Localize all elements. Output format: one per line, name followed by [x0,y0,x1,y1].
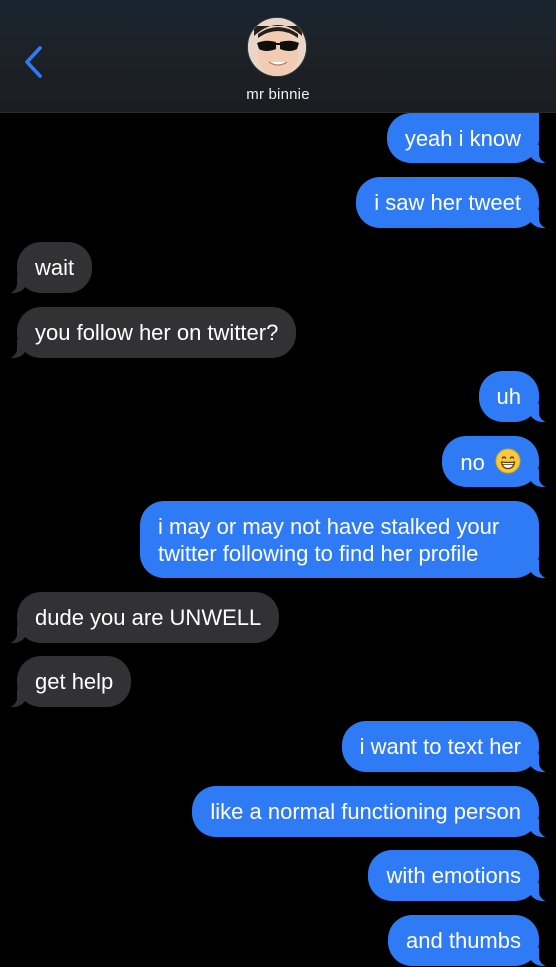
message-bubble-sent[interactable]: uh [478,371,554,423]
message-bubble-sent[interactable]: i saw her tweet [356,177,553,229]
conversation-header: mr binnie [0,0,556,113]
message-text: dude you are UNWELL [35,605,262,630]
message-bubble-sent[interactable]: yeah i know [386,113,554,164]
message-text: yeah i know [404,126,521,151]
message-text: uh [496,384,521,409]
message-text: get help [35,669,114,694]
message-bubble-received[interactable]: dude you are UNWELL [2,592,280,644]
back-button[interactable] [18,40,54,84]
chevron-left-icon [25,46,42,78]
message-text: no [460,450,485,475]
message-text: you follow her on twitter? [35,320,279,345]
avatar-photo [248,18,306,76]
grinning-face-icon [495,448,521,474]
message-bubble-sent[interactable]: no [442,436,553,488]
message-text: and thumbs [406,928,521,953]
contact-avatar[interactable] [247,17,307,77]
message-text: with emotions [386,863,521,888]
message-thread: yeah i know i saw her tweet wait you fol… [0,0,556,967]
message-text: i want to text her [359,734,521,759]
message-text: i saw her tweet [374,190,521,215]
message-bubble-received[interactable]: wait [2,242,93,294]
message-bubble-sent[interactable]: i want to text her [341,721,554,773]
message-bubble-sent[interactable]: and thumbs [388,915,553,967]
message-bubble-sent[interactable]: like a normal functioning person [192,786,553,838]
message-text: like a normal functioning person [210,799,521,824]
message-bubble-sent[interactable]: with emotions [368,850,553,902]
message-bubble-sent[interactable]: i may or may not have stalked your twitt… [140,501,553,579]
message-bubble-received[interactable]: you follow her on twitter? [2,307,297,359]
contact-name[interactable]: mr binnie [0,86,556,103]
message-bubble-received[interactable]: get help [2,656,132,708]
message-text: wait [35,255,75,280]
message-text: i may or may not have stalked your twitt… [158,514,500,566]
